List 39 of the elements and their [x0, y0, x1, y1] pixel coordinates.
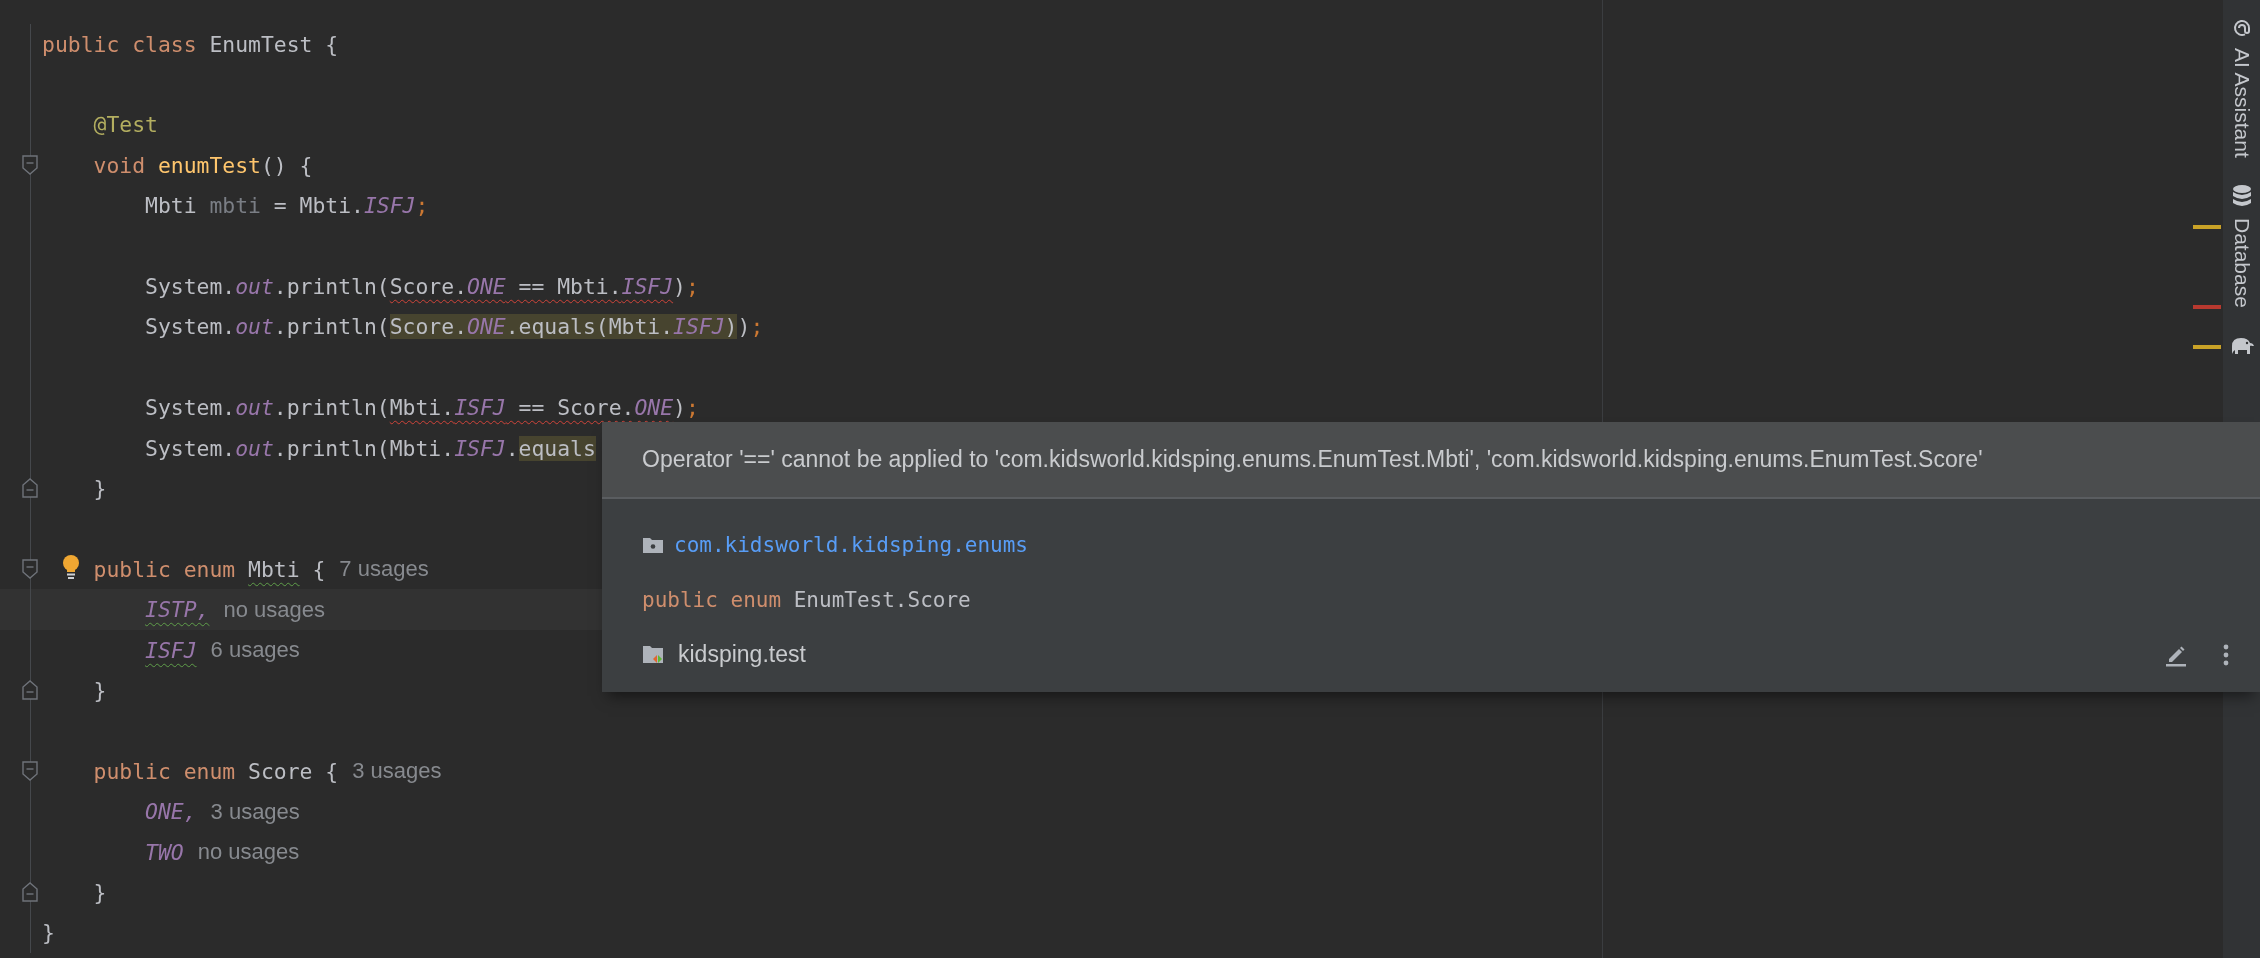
- lightbulb-icon[interactable]: [62, 554, 80, 581]
- usage-hint[interactable]: 3 usages: [352, 758, 442, 785]
- code-line: public class EnumTest {: [42, 31, 339, 57]
- package-link[interactable]: com.kidsworld.kidsping.enums: [674, 532, 1028, 557]
- code-line: void enumTest() {: [93, 152, 313, 178]
- code-line: }: [93, 476, 107, 501]
- code-line: }: [93, 677, 107, 703]
- declaration-text: public enum EnumTest.Score: [642, 587, 971, 612]
- usage-hint[interactable]: 3 usages: [210, 798, 300, 825]
- code-line: public enum Mbti {: [93, 556, 326, 582]
- fold-icon[interactable]: [21, 154, 39, 177]
- code-line: TWO: [145, 839, 184, 865]
- fold-icon[interactable]: [21, 881, 39, 904]
- usage-hint[interactable]: 6 usages: [210, 637, 300, 664]
- fold-icon[interactable]: [21, 477, 39, 500]
- fold-icon[interactable]: [21, 558, 39, 581]
- code-line: System.out.println(Score.ONE == Mbti.ISFJ);: [145, 274, 699, 300]
- code-line: System.out.println(Mbti.ISFJ == Score.ONE);: [145, 395, 699, 421]
- code-line: Mbti mbti = Mbti.ISFJ;: [145, 193, 429, 219]
- code-line: public enum Score {: [93, 758, 339, 784]
- more-options-icon[interactable]: [2222, 642, 2230, 667]
- code-line: @Test: [93, 112, 158, 138]
- usage-hint[interactable]: 7 usages: [339, 556, 429, 583]
- code-line: System.out.println(Mbti.ISFJ.equals: [145, 435, 596, 461]
- code-line: }: [93, 879, 107, 905]
- error-message: Operator '==' cannot be applied to 'com.kidsworld.kidsping.enums.EnumTest.Mbti', 'com.kidsworld.kidsping.enums.EnumTest.Score': [642, 446, 1983, 473]
- code-line: ISFJ: [145, 637, 197, 663]
- code-line: }: [42, 920, 55, 946]
- usage-hint[interactable]: no usages: [223, 596, 325, 623]
- code-line: ISTP,: [145, 597, 210, 623]
- code-line: ONE,: [145, 799, 197, 825]
- package-folder-icon: [642, 535, 664, 554]
- fold-icon[interactable]: [21, 760, 39, 783]
- tool-window-tab[interactable]: Database: [2229, 217, 2254, 308]
- usage-hint[interactable]: no usages: [197, 839, 300, 865]
- module-name: kidsping.test: [678, 641, 806, 668]
- code-line: System.out.println(Score.ONE.equals(Mbti.ISFJ));: [145, 314, 764, 340]
- fold-icon[interactable]: [21, 679, 39, 702]
- tool-window-tab[interactable]: AI Assistant: [2229, 48, 2254, 158]
